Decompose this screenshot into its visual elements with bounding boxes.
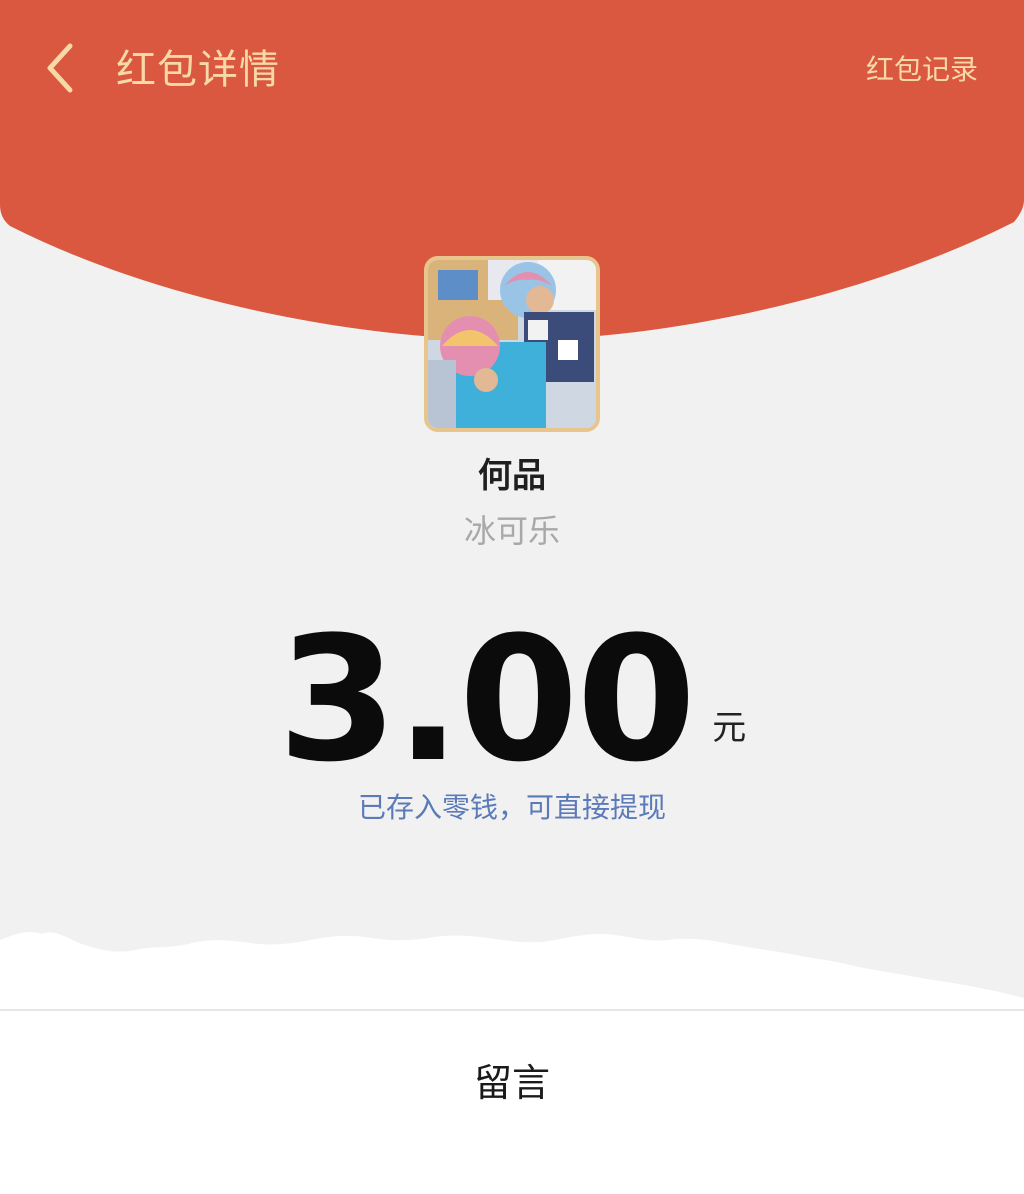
- sender-name: 何品: [478, 456, 546, 496]
- amount-unit: 元: [712, 708, 747, 748]
- top-bar: 红包详情 红包记录: [0, 0, 1024, 140]
- back-button[interactable]: [30, 38, 90, 102]
- amount-display: 3.00 元: [0, 610, 1024, 790]
- bottom-panel: 留言: [0, 1011, 1024, 1194]
- greeting-message: 冰可乐: [463, 512, 560, 550]
- torn-paper-edge: [0, 910, 1024, 1010]
- sender-avatar[interactable]: [424, 256, 600, 432]
- deposit-note-link[interactable]: 已存入零钱，可直接提现: [0, 786, 1024, 830]
- leave-message-button[interactable]: 留言: [412, 1051, 612, 1115]
- red-packet-records-link[interactable]: 红包记录: [866, 50, 978, 90]
- amount-value: 3.00: [277, 599, 696, 800]
- page-title: 红包详情: [116, 47, 280, 93]
- chevron-left-icon: [40, 40, 80, 100]
